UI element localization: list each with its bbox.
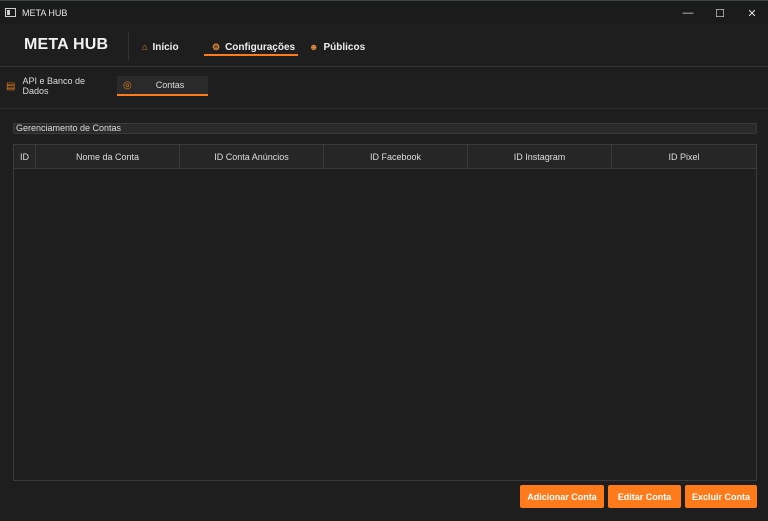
accounts-table[interactable]: ID Nome da Conta ID Conta Anúncios ID Fa… bbox=[13, 144, 757, 481]
database-icon: ▤ bbox=[6, 80, 16, 92]
nav-item-label: Configurações bbox=[225, 41, 296, 53]
column-header-id[interactable]: ID bbox=[14, 145, 36, 168]
column-header-id-conta-anuncios[interactable]: ID Conta Anúncios bbox=[180, 145, 324, 168]
tab-api-banco-de-dados[interactable]: ▤ API e Banco de Dados bbox=[6, 76, 112, 96]
add-account-button[interactable]: Adicionar Conta bbox=[520, 485, 604, 508]
tab-label: Contas bbox=[155, 80, 185, 90]
user-circle-icon: ◎ bbox=[123, 79, 132, 91]
gear-icon: ⚙ bbox=[212, 41, 221, 52]
tab-contas[interactable]: ◎ Contas bbox=[117, 76, 208, 96]
nav-item-label: Início bbox=[152, 41, 179, 53]
users-icon: ☻ bbox=[309, 42, 319, 52]
home-icon: ⌂ bbox=[142, 42, 148, 52]
window-controls: — ☐ ✕ bbox=[672, 1, 768, 25]
column-header-id-pixel[interactable]: ID Pixel bbox=[612, 145, 756, 168]
section-header: Gerenciamento de Contas bbox=[13, 123, 757, 134]
nav-item-label: Públicos bbox=[323, 41, 366, 53]
active-nav-indicator bbox=[204, 54, 298, 56]
delete-account-button[interactable]: Excluir Conta bbox=[685, 485, 757, 508]
column-header-nome-da-conta[interactable]: Nome da Conta bbox=[36, 145, 180, 168]
maximize-button[interactable]: ☐ bbox=[704, 1, 736, 25]
settings-tabs: ▤ API e Banco de Dados ◎ Contas bbox=[0, 76, 768, 98]
column-header-id-facebook[interactable]: ID Facebook bbox=[324, 145, 468, 168]
app-header: META HUB ⌂ Início ⚙ Configurações ☻ Públ… bbox=[0, 24, 768, 67]
tab-label: API e Banco de Dados bbox=[22, 76, 85, 96]
section-title: Gerenciamento de Contas bbox=[16, 123, 122, 133]
close-button[interactable]: ✕ bbox=[736, 1, 768, 25]
brand-logo: META HUB bbox=[24, 36, 109, 53]
nav-item-publicos[interactable]: ☻ Públicos bbox=[309, 38, 365, 56]
edit-account-button[interactable]: Editar Conta bbox=[608, 485, 681, 508]
window-title: META HUB bbox=[22, 7, 68, 18]
column-header-id-instagram[interactable]: ID Instagram bbox=[468, 145, 612, 168]
nav-item-inicio[interactable]: ⌂ Início bbox=[142, 38, 179, 56]
table-header: ID Nome da Conta ID Conta Anúncios ID Fa… bbox=[14, 145, 756, 169]
title-bar: META HUB — ☐ ✕ bbox=[0, 0, 768, 24]
header-divider bbox=[128, 32, 129, 60]
tabs-divider bbox=[0, 108, 768, 109]
app-icon bbox=[5, 8, 16, 17]
minimize-button[interactable]: — bbox=[672, 1, 704, 25]
